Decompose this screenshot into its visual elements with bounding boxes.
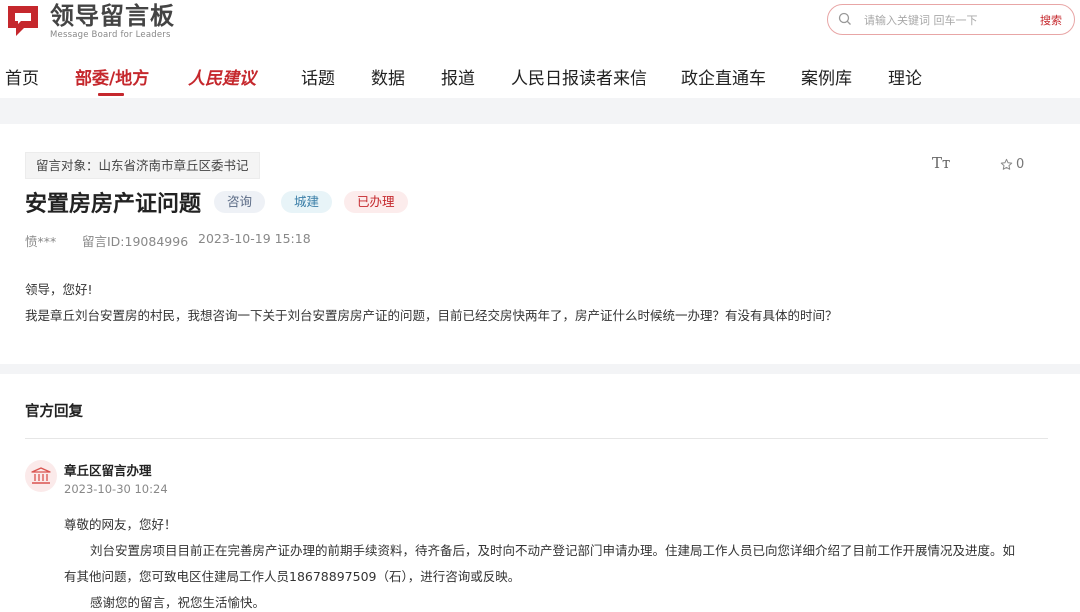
reply-section-title: 官方回复 bbox=[25, 404, 83, 420]
nav-item-theory[interactable]: 理论 bbox=[888, 64, 922, 89]
message-target: 留言对象：山东省济南市章丘区委书记 bbox=[25, 152, 260, 179]
site-header: 领导留言板 Message Board for Leaders 搜索 首页 部委… bbox=[0, 0, 1080, 98]
favorite-button[interactable]: 0 bbox=[1000, 157, 1024, 172]
nav-item-gov-business[interactable]: 政企直通车 bbox=[681, 64, 766, 89]
logo-title: 领导留言板 bbox=[50, 2, 175, 30]
nav-item-ministries-local[interactable]: 部委/地方 bbox=[75, 64, 149, 89]
search-icon bbox=[838, 12, 851, 25]
reply-closing: 感谢您的留言，祝您生活愉快。 bbox=[90, 595, 266, 610]
tag-consult: 咨询 bbox=[214, 191, 266, 213]
nav-item-readers-letters[interactable]: 人民日报读者来信 bbox=[511, 64, 647, 89]
message-content: 我是章丘刘台安置房的村民，我想咨询一下关于刘台安置房房产证的问题，目前已经交房快… bbox=[25, 308, 838, 323]
message-author: 愤*** bbox=[25, 234, 57, 249]
font-size-toggle[interactable]: Tт bbox=[932, 154, 950, 172]
nav-item-data[interactable]: 数据 bbox=[371, 64, 405, 89]
nav-item-home[interactable]: 首页 bbox=[5, 64, 39, 89]
reply-paragraph-1: 刘台安置房项目目前正在完善房产证办理的前期手续资料，待齐备后，及时向不动产登记部… bbox=[90, 543, 1016, 558]
nav-item-case-library[interactable]: 案例库 bbox=[801, 64, 852, 89]
nav-active-indicator bbox=[98, 93, 124, 96]
search-button[interactable]: 搜索 bbox=[1040, 12, 1062, 28]
search-box: 搜索 bbox=[827, 4, 1075, 35]
nav-item-people-suggestions[interactable]: 人民建议 bbox=[188, 64, 256, 89]
favorite-count: 0 bbox=[1016, 157, 1025, 172]
reply-org-name: 章丘区留言办理 bbox=[64, 463, 152, 478]
reply-paragraph-1-cont: 有其他问题，您可致电区住建局工作人员18678897509（石），进行咨询或反映… bbox=[64, 569, 521, 584]
site-logo[interactable]: 领导留言板 Message Board for Leaders bbox=[4, 2, 175, 40]
message-datetime: 2023-10-19 15:18 bbox=[198, 231, 311, 246]
star-icon bbox=[1000, 158, 1013, 170]
reply-card: 官方回复 章丘区留言办理 2023-10-30 10:24 尊敬的网友，您好！ … bbox=[0, 374, 1080, 612]
reply-greeting: 尊敬的网友，您好！ bbox=[64, 517, 177, 532]
message-title: 安置房房产证问题 bbox=[25, 192, 202, 217]
nav-item-topics[interactable]: 话题 bbox=[301, 64, 335, 89]
message-card: 留言对象：山东省济南市章丘区委书记 Tт 0 安置房房产证问题 咨询 城建 已办… bbox=[0, 124, 1080, 364]
divider bbox=[25, 438, 1048, 439]
tag-urban-construction: 城建 bbox=[281, 191, 333, 213]
government-building-icon bbox=[25, 460, 57, 492]
reply-datetime: 2023-10-30 10:24 bbox=[64, 482, 168, 496]
search-input[interactable] bbox=[864, 10, 1024, 30]
nav-item-reports[interactable]: 报道 bbox=[441, 64, 475, 89]
status-badge: 已办理 bbox=[344, 191, 408, 213]
logo-icon bbox=[4, 2, 44, 38]
message-greeting: 领导，您好! bbox=[25, 282, 93, 297]
logo-subtitle: Message Board for Leaders bbox=[50, 30, 171, 40]
message-id: 留言ID:19084996 bbox=[82, 234, 189, 249]
